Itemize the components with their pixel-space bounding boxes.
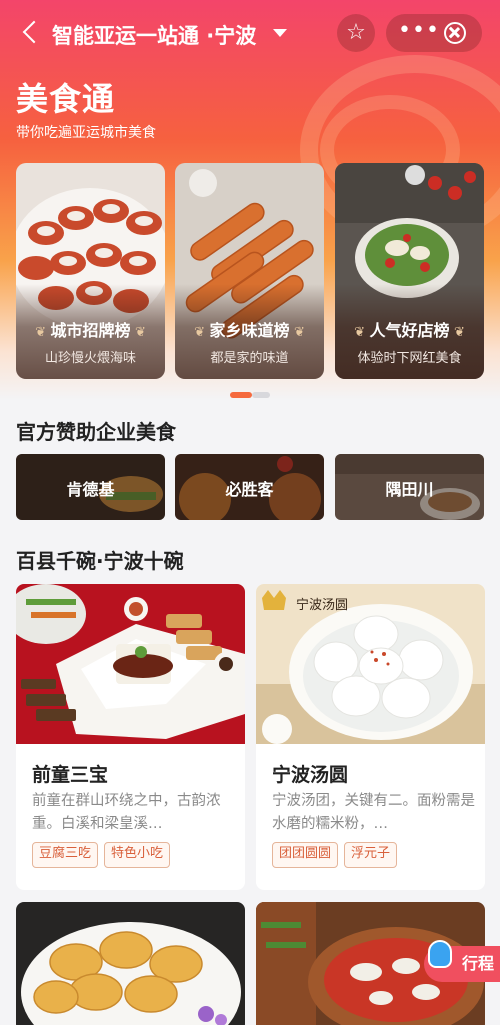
more-options-icon[interactable]: ••• [398, 14, 440, 48]
dish-tag[interactable]: 团团圆圆 [272, 842, 339, 868]
carousel-indicator [230, 392, 270, 398]
dish-tag[interactable]: 特色小吃 [104, 842, 171, 868]
ranking-card-popular[interactable]: 人气好店榜 体验时下网红美食 [335, 163, 484, 379]
ranking-card-title: 家乡味道榜 [175, 317, 324, 341]
ranking-card-desc: 都是家的味道 [210, 351, 289, 366]
tofu-dish-photo [16, 584, 245, 744]
carousel-dot-active[interactable] [230, 392, 252, 398]
dish-name: 宁波汤圆 [272, 764, 349, 786]
top-navigation-bar: 智能亚运一站通 ·宁波 ☆ ••• [0, 12, 500, 56]
ranking-card-desc: 山珍慢火煨海味 [44, 351, 136, 366]
ranking-card-title: 城市招牌榜 [16, 317, 165, 341]
hero-subtitle: 带你吃遍亚运城市美食 [16, 125, 156, 141]
page-title[interactable]: 智能亚运一站通 ·宁波 [52, 20, 256, 50]
chevron-left-icon[interactable] [18, 20, 44, 46]
close-icon[interactable] [444, 22, 466, 44]
shop-watermark: 宁波汤圆 [296, 598, 349, 613]
brand-name: 必胜客 [225, 480, 274, 499]
dish-tags: 团团圆圆 浮元子 [272, 842, 403, 868]
chevron-down-icon[interactable] [273, 29, 287, 37]
brand-name: 隅田川 [385, 480, 434, 499]
ranking-card-city[interactable]: 城市招牌榜 山珍慢火煨海味 [16, 163, 165, 379]
mascot-icon [428, 940, 452, 968]
fried-dumpling-photo [16, 902, 245, 1025]
dish-card-partial[interactable] [16, 902, 245, 1025]
sponsor-brands: 肯德基 必胜客 隅田川 [16, 454, 484, 520]
sponsor-section-title: 官方赞助企业美食 [16, 420, 176, 444]
miniapp-capsule: ••• [386, 14, 482, 52]
brand-card-sumidagawa[interactable]: 隅田川 [335, 454, 484, 520]
dish-tag[interactable]: 浮元子 [344, 842, 398, 868]
dish-name: 前童三宝 [32, 764, 109, 786]
hero-title: 美食通 [16, 80, 116, 118]
dish-description: 前童在群山环绕之中，古韵浓重。白溪和梁皇溪… [32, 793, 221, 832]
ranking-card-title: 人气好店榜 [335, 317, 484, 341]
dish-card[interactable]: 前童三宝 前童在群山环绕之中，古韵浓重。白溪和梁皇溪… 豆腐三吃 特色小吃 [16, 584, 245, 890]
brand-name: 肯德基 [66, 480, 115, 499]
carousel-dot[interactable] [252, 392, 270, 398]
ranking-card-hometown[interactable]: 家乡味道榜 都是家的味道 [175, 163, 324, 379]
featured-rankings: 城市招牌榜 山珍慢火煨海味 家乡味道榜 都是家的味道 [16, 163, 484, 379]
tangyuan-photo [256, 584, 485, 744]
ranking-card-desc: 体验时下网红美食 [357, 351, 462, 366]
brand-card-kfc[interactable]: 肯德基 [16, 454, 165, 520]
dish-tag[interactable]: 豆腐三吃 [32, 842, 99, 868]
brand-card-pizzahut[interactable]: 必胜客 [175, 454, 324, 520]
dish-tags: 豆腐三吃 特色小吃 [32, 842, 176, 868]
dish-description: 宁波汤团，关键有二。面粉需是水磨的糯米粉，… [272, 793, 475, 832]
star-icon[interactable]: ☆ [337, 14, 375, 52]
bowls-section-title: 百县千碗·宁波十碗 [16, 549, 184, 573]
dish-card[interactable]: 宁波汤圆 宁波汤圆 宁波汤团，关键有二。面粉需是水磨的糯米粉，… 团团圆圆 浮元子 [256, 584, 485, 890]
